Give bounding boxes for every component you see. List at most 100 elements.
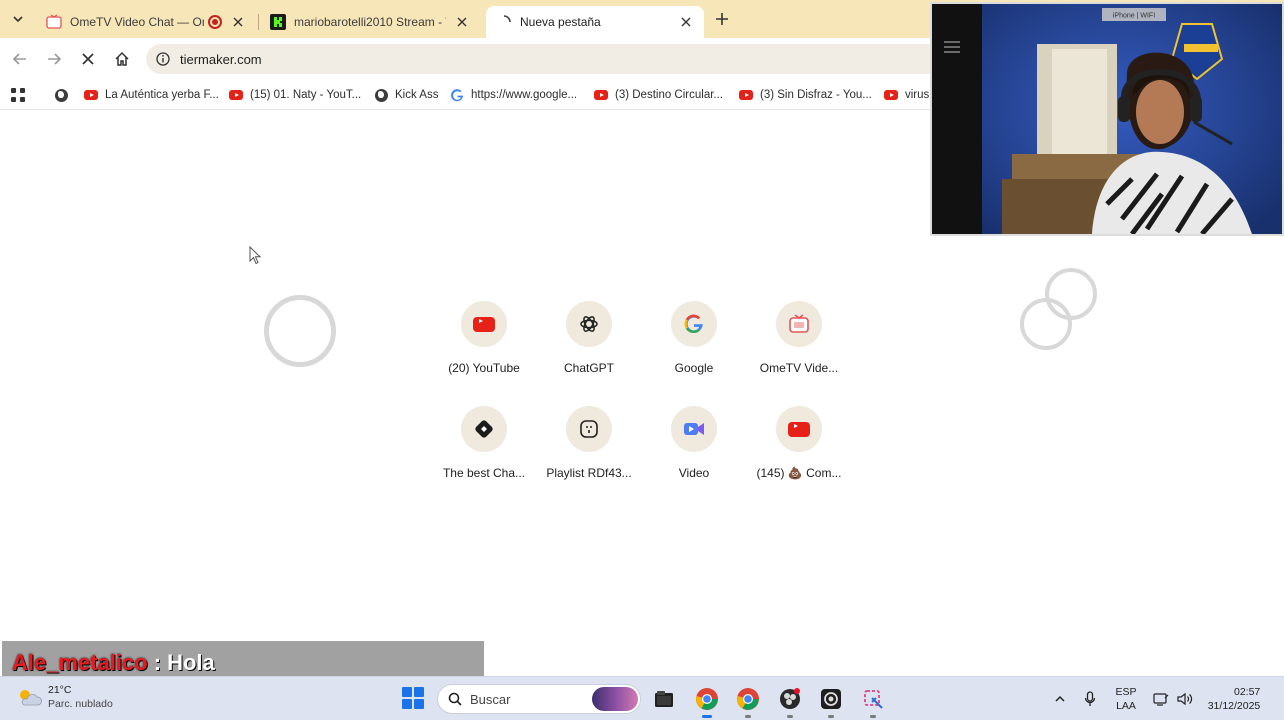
clock[interactable]: 02:57 31/12/2025 — [1200, 677, 1268, 720]
tab-divider — [258, 14, 259, 30]
tab-ometv[interactable]: OmeTV Video Chat — Ome — [36, 6, 256, 38]
network-button[interactable] — [1150, 677, 1172, 720]
search-placeholder: Buscar — [470, 691, 511, 707]
webcam-sign-text: iPhone | WIFI — [1113, 13, 1155, 20]
network-icon — [1153, 693, 1169, 706]
chrome-icon — [737, 688, 759, 710]
stop-button[interactable] — [76, 47, 100, 71]
shortcut-chat-app[interactable]: The best Cha... — [434, 406, 534, 496]
bookmark-item[interactable]: (15) 01. Naty - YouT... — [229, 86, 361, 104]
ometv-tab-icon — [46, 14, 62, 30]
obs-icon — [780, 688, 800, 709]
language-top: ESP — [1115, 686, 1137, 698]
taskbar-app-files[interactable] — [650, 685, 678, 713]
bookmark-label: (15) 01. Naty - YouT... — [250, 89, 362, 101]
webcam-overlay: iPhone | WIFI — [930, 2, 1284, 236]
bookmark-label: Kick Ass — [395, 89, 439, 101]
forward-button[interactable] — [42, 47, 66, 71]
weather-temp: 21°C — [48, 684, 72, 696]
shortcut-label: Playlist RDf43... — [546, 466, 632, 480]
close-icon[interactable] — [454, 14, 470, 30]
language-bottom: LAA — [1116, 700, 1136, 712]
taskbar-app-chrome[interactable] — [693, 685, 721, 718]
tab-title: OmeTV Video Chat — Ome — [70, 15, 204, 29]
new-tab-button[interactable] — [712, 9, 732, 29]
chat-message: Hola — [167, 650, 215, 675]
plus-icon — [716, 13, 728, 25]
taskbar-app-chrome-2[interactable] — [734, 685, 762, 718]
tab-title: mariobarotelli2010 Stream - W — [294, 15, 446, 29]
chat-separator: : — [153, 650, 162, 675]
shortcut-label: (20) YouTube — [448, 361, 520, 375]
shortcut-label: ChatGPT — [563, 361, 614, 375]
shortcut-ometv[interactable]: OmeTV Vide... — [749, 301, 849, 391]
shortcut-label: Video — [678, 466, 710, 480]
address-text: tiermaker.com — [180, 51, 262, 67]
google-icon — [450, 88, 464, 102]
search-icon — [448, 692, 462, 706]
bookmark-globe[interactable] — [54, 86, 75, 104]
start-button[interactable] — [402, 687, 424, 709]
close-icon[interactable] — [678, 14, 694, 30]
playlist-icon — [566, 406, 612, 452]
volume-button[interactable] — [1174, 677, 1196, 720]
taskbar: 21°C Parc. nublado Buscar ESP LAA 02:57 … — [0, 676, 1284, 720]
youtube-icon — [84, 88, 98, 102]
shortcut-youtube[interactable]: (20) YouTube — [434, 301, 534, 391]
youtube-icon — [884, 88, 898, 102]
tab-kick-stream[interactable]: mariobarotelli2010 Stream - W — [260, 6, 480, 38]
mouse-cursor-icon — [249, 246, 262, 265]
globe-icon — [54, 88, 68, 102]
bookmark-item[interactable]: (3) Destino Circular... — [594, 86, 723, 104]
shortcut-video[interactable]: Video — [644, 406, 744, 496]
globe-icon — [374, 88, 388, 102]
camera-app-icon — [821, 689, 841, 709]
shortcut-label: OmeTV Vide... — [759, 361, 839, 375]
bookmark-item[interactable]: (3) Sin Disfraz - You... — [739, 86, 872, 104]
bookmark-label: (3) Destino Circular... — [615, 89, 724, 101]
back-button[interactable] — [8, 47, 32, 71]
youtube-icon — [461, 301, 507, 347]
shortcut-playlist[interactable]: Playlist RDf43... — [539, 406, 639, 496]
youtube-icon — [776, 406, 822, 452]
apps-button[interactable] — [11, 86, 25, 104]
chat-app-icon — [461, 406, 507, 452]
taskbar-app-camera[interactable] — [817, 685, 845, 718]
webcam-feed: iPhone | WIFI — [932, 4, 1282, 234]
home-button[interactable] — [110, 47, 134, 71]
google-icon — [671, 301, 717, 347]
show-hidden-icons[interactable] — [1050, 677, 1070, 720]
shortcut-chatgpt[interactable]: ChatGPT — [539, 301, 639, 391]
file-explorer-icon — [655, 691, 673, 707]
shortcut-label: The best Cha... — [442, 466, 526, 480]
info-icon[interactable] — [156, 52, 170, 66]
taskbar-search[interactable]: Buscar — [437, 684, 641, 714]
bookmark-item[interactable]: La Auténtica yerba F... — [84, 86, 219, 104]
microphone-icon — [1084, 691, 1096, 706]
weather-desc: Parc. nublado — [48, 698, 113, 710]
youtube-icon — [594, 88, 608, 102]
chrome-icon — [696, 688, 718, 710]
bookmark-item[interactable]: https://www.google... — [450, 86, 577, 104]
tab-search-button[interactable] — [8, 9, 28, 29]
clock-time: 02:57 — [1234, 686, 1261, 698]
apps-grid-icon — [11, 88, 25, 102]
shortcut-youtube-2[interactable]: (145) 💩 Com... — [749, 406, 849, 496]
bookmark-item[interactable]: Kick Ass — [374, 86, 438, 104]
tab-new-tab[interactable]: Nueva pestaña — [486, 6, 704, 38]
taskbar-app-snipping[interactable] — [859, 685, 887, 718]
bookmark-item[interactable]: virus — [884, 86, 929, 104]
close-icon — [82, 53, 94, 65]
taskbar-app-obs[interactable] — [776, 685, 804, 718]
arrow-left-icon — [12, 53, 26, 65]
recording-icon — [208, 15, 222, 29]
search-highlight-icon — [592, 687, 638, 711]
video-icon — [671, 406, 717, 452]
shortcut-google[interactable]: Google — [644, 301, 744, 391]
close-icon[interactable] — [230, 14, 246, 30]
language-indicator[interactable]: ESP LAA — [1108, 677, 1144, 720]
clock-date: 31/12/2025 — [1207, 700, 1261, 712]
microphone-button[interactable] — [1080, 677, 1100, 720]
weather-widget[interactable]: 21°C Parc. nublado — [16, 683, 113, 711]
home-icon — [115, 51, 129, 66]
